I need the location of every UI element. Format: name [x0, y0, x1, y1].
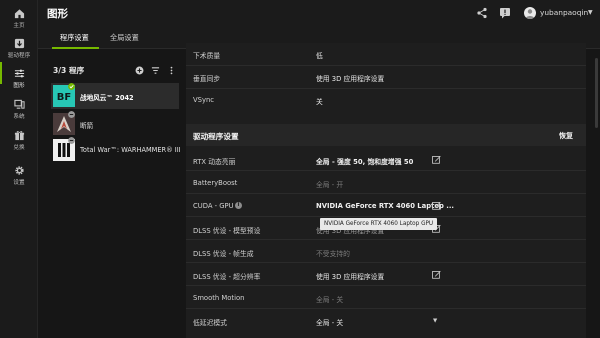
- program-name: 战地风云™ 2042: [80, 94, 134, 102]
- setting-label: DLSS 优设 - 超分辨率: [193, 273, 261, 281]
- info-icon[interactable]: i: [235, 202, 242, 209]
- setting-value: 全局 - 关: [316, 296, 344, 304]
- program-item[interactable]: 断箭: [51, 111, 179, 137]
- program-item[interactable]: BF 战地风云™ 2042: [51, 83, 179, 109]
- nav-item-drivers[interactable]: 驱动程序: [0, 33, 38, 63]
- setting-value: 不受支持的: [316, 250, 350, 258]
- edit-icon[interactable]: [432, 155, 441, 164]
- row-divider: [186, 88, 586, 89]
- status-minus-icon: [68, 111, 75, 118]
- nav-label-redeem: 兑换: [13, 144, 25, 151]
- top-header: 图形 yubanpaoqin ▼: [38, 0, 600, 27]
- redeem-gift-icon: [14, 130, 24, 140]
- setting-value[interactable]: 低: [316, 50, 323, 60]
- nav-item-system[interactable]: 系统: [0, 94, 38, 124]
- program-name: Total War™: WARHAMMER® III: [80, 146, 181, 154]
- driver-settings-header: 驱动程序设置 恢复: [186, 124, 586, 146]
- page-title: 图形: [47, 8, 68, 20]
- tab-global-settings[interactable]: 全局设置: [110, 33, 139, 43]
- tab-program-settings[interactable]: 程序设置: [60, 33, 89, 43]
- graphics-sliders-icon: [14, 69, 24, 77]
- chevron-down-icon[interactable]: ▼: [588, 9, 593, 16]
- user-name[interactable]: yubanpaoqin: [540, 8, 588, 17]
- setting-label: DLSS 优设 - 帧生成: [193, 250, 254, 258]
- setting-label: RTX 动态亮丽: [193, 158, 236, 166]
- row-divider: [186, 170, 586, 171]
- row-divider: [186, 239, 586, 240]
- edit-icon[interactable]: [432, 270, 441, 279]
- nav-label-settings: 设置: [13, 179, 25, 186]
- setting-value[interactable]: 全局 - 关: [316, 317, 343, 327]
- program-name: 断箭: [80, 122, 94, 130]
- nav-label-graphics: 图形: [13, 82, 25, 89]
- setting-label: DLSS 优设 - 模型预设: [193, 227, 261, 235]
- setting-value[interactable]: 使用 3D 应用程序设置: [316, 271, 384, 281]
- edit-icon[interactable]: [432, 201, 441, 210]
- nav-rail: 主页 驱动程序 图形 系统 兑换 设置: [0, 0, 38, 338]
- setting-label: VSync: [193, 96, 215, 104]
- programs-count: 3/3 程序: [53, 66, 85, 75]
- row-divider: [186, 216, 586, 217]
- dropdown-caret-icon[interactable]: ▼: [433, 318, 437, 324]
- setting-label: 垂直同步: [193, 75, 221, 83]
- status-minus-icon: [68, 137, 75, 144]
- programs-panel: 3/3 程序 BF 战地风云™ 2042 断箭 Total War™: WARH…: [47, 57, 181, 338]
- setting-label: Smooth Motion: [193, 294, 245, 302]
- user-icon: [525, 9, 535, 19]
- active-tab-underline: [52, 47, 99, 49]
- row-divider: [186, 65, 586, 66]
- row-divider: [186, 308, 586, 309]
- setting-value[interactable]: 使用 3D 应用程序设置: [316, 73, 384, 83]
- gear-icon: [14, 165, 24, 175]
- setting-label: CUDA - GPU: [193, 202, 234, 210]
- setting-label: 低延迟模式: [193, 319, 227, 327]
- nav-label-home: 主页: [13, 22, 25, 29]
- share-icon[interactable]: [476, 7, 488, 19]
- avatar[interactable]: [524, 7, 536, 19]
- feedback-icon[interactable]: [499, 7, 511, 19]
- settings-scrollbar[interactable]: [595, 58, 598, 128]
- system-monitor-icon: [13, 99, 25, 109]
- driver-icon: [14, 38, 24, 48]
- nav-item-redeem[interactable]: 兑换: [0, 125, 38, 155]
- program-icon-text: BF: [57, 92, 71, 103]
- setting-label: BatteryBoost: [193, 179, 238, 187]
- setting-label: 下术质量: [193, 52, 221, 60]
- nav-label-drivers: 驱动程序: [7, 52, 31, 59]
- restore-button[interactable]: 恢复: [559, 131, 573, 141]
- optimized-check-icon: [68, 83, 75, 90]
- nav-item-settings[interactable]: 设置: [0, 160, 38, 190]
- row-divider: [186, 262, 586, 263]
- row-divider: [186, 285, 586, 286]
- program-item[interactable]: Total War™: WARHAMMER® III: [51, 137, 181, 163]
- section-title: 驱动程序设置: [193, 132, 239, 141]
- nav-item-graphics[interactable]: 图形: [0, 63, 38, 93]
- nav-label-system: 系统: [13, 113, 25, 120]
- filter-icon[interactable]: [151, 66, 160, 75]
- nav-item-home[interactable]: 主页: [0, 3, 38, 33]
- home-icon: [14, 8, 24, 18]
- setting-value: 全局 - 开: [316, 181, 344, 189]
- add-program-icon[interactable]: [135, 66, 144, 75]
- settings-panel: 下术质量 低 垂直同步 使用 3D 应用程序设置 VSync 关 驱动程序设置 …: [186, 43, 586, 338]
- row-divider: [186, 193, 586, 194]
- gpu-name-tooltip: NVIDIA GeForce RTX 4060 Laptop GPU: [320, 218, 438, 230]
- more-options-icon[interactable]: [167, 66, 176, 75]
- setting-value[interactable]: 全局 - 强度 50, 饱和度增强 50: [316, 156, 413, 166]
- setting-value[interactable]: 关: [316, 96, 323, 106]
